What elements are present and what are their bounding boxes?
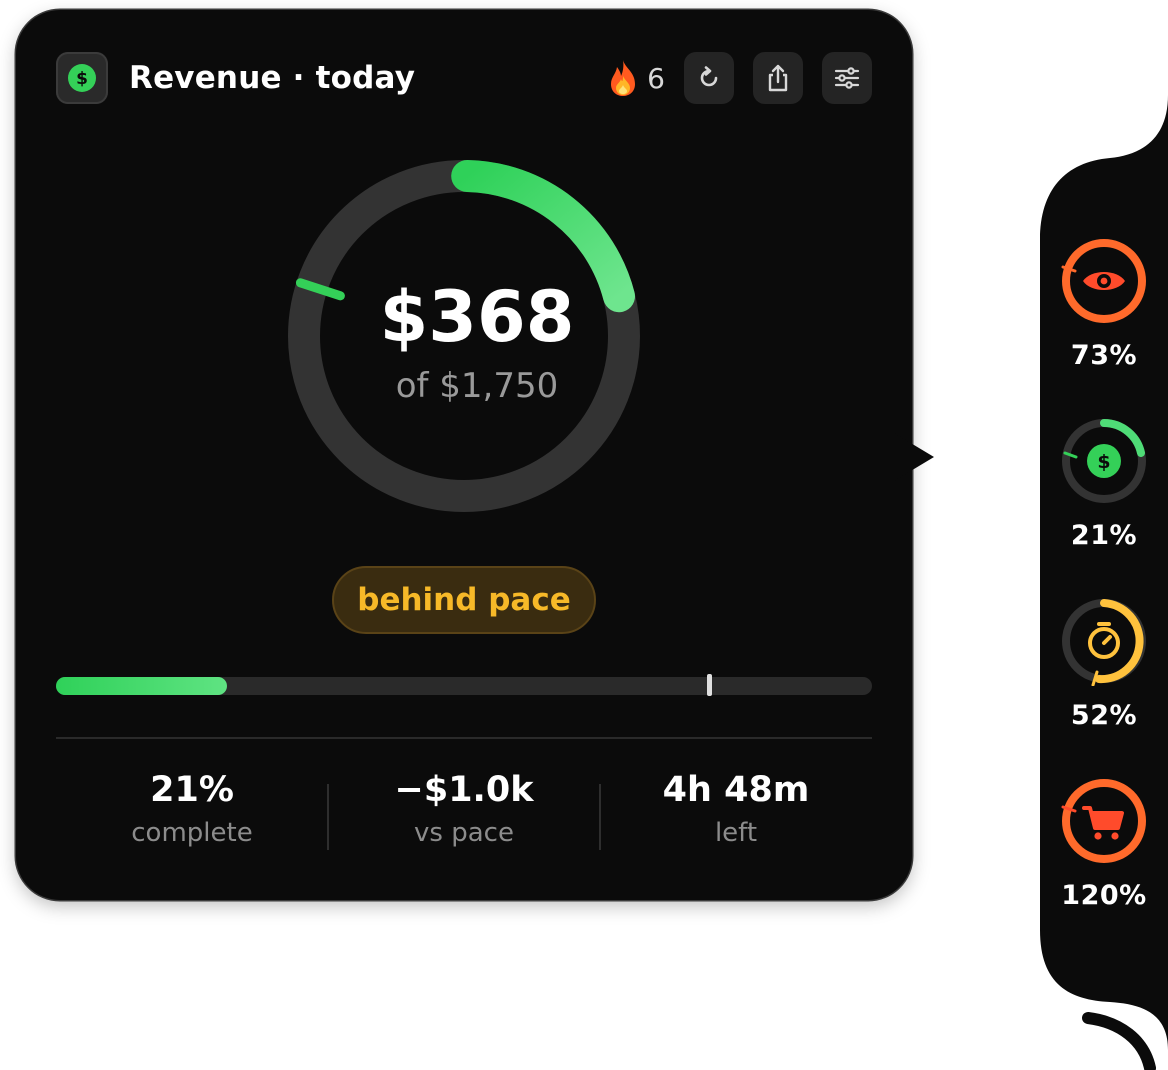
orders-ring [1061,779,1146,863]
svg-text:$: $ [76,69,88,89]
stat-vs-pace: −$1.0k vs pace [328,770,600,848]
sidebar-item-percent: 73% [1070,340,1138,371]
cart-icon [1082,806,1124,840]
dollar-icon: $ [56,52,108,104]
svg-text:$: $ [1097,451,1110,473]
share-icon [768,64,788,92]
divider [56,737,872,739]
stat-value: −$1.0k [394,770,534,810]
dollar-icon: $ [1087,444,1121,478]
widget-header: $ Revenue · today 6 [56,52,872,106]
streak-count: 6 [647,61,665,95]
stat-time-left: 4h 48m left [600,770,872,848]
share-button[interactable] [753,52,803,104]
progress-bar [56,674,872,696]
time-ring [1062,599,1146,686]
views-ring [1061,239,1146,323]
settings-button[interactable] [822,52,872,104]
refresh-button[interactable] [684,52,734,104]
sidebar-item-orders[interactable]: 120% [1040,776,1168,911]
progress-bar-fill [56,677,228,695]
stat-label: complete [131,818,253,848]
refresh-icon [700,66,718,87]
sidebar-item-revenue[interactable]: $ 21% [1040,416,1168,551]
sidebar-item-views[interactable]: 73% [1040,236,1168,371]
eye-icon [1083,272,1125,290]
pace-marker-bar [706,674,712,696]
stat-complete: 21% complete [56,770,328,848]
sliders-icon [834,67,860,89]
sidebar-item-time[interactable]: 52% [1040,596,1168,731]
sidebar-item-percent: 21% [1070,520,1138,551]
sidebar-item-percent: 52% [1070,700,1138,731]
revenue-ring: $ [1062,419,1146,503]
streak-counter: 6 [605,58,665,98]
status-badge: behind pace [332,566,596,634]
timer-icon [1088,622,1120,659]
current-amount: $368 [379,276,575,358]
widget-title: Revenue · today [129,60,416,96]
popover-arrow [894,433,934,481]
progress-ring: $368 of $1,750 [286,158,642,514]
goal-amount: of $1,750 [395,366,559,406]
sidebar-item-percent: 120% [1061,880,1147,911]
stats-row: 21% complete −$1.0k vs pace 4h 48m left [56,770,872,870]
stat-label: left [714,818,758,848]
widget-sidebar: 73% $ 21% 52% 120% [1040,0,1168,1070]
revenue-widget-card: $ Revenue · today 6 $368 of $1,750 behin… [16,10,912,900]
stat-label: vs pace [414,818,514,848]
stat-value: 4h 48m [662,770,810,810]
stat-value: 21% [150,770,234,810]
fire-icon [611,60,636,96]
